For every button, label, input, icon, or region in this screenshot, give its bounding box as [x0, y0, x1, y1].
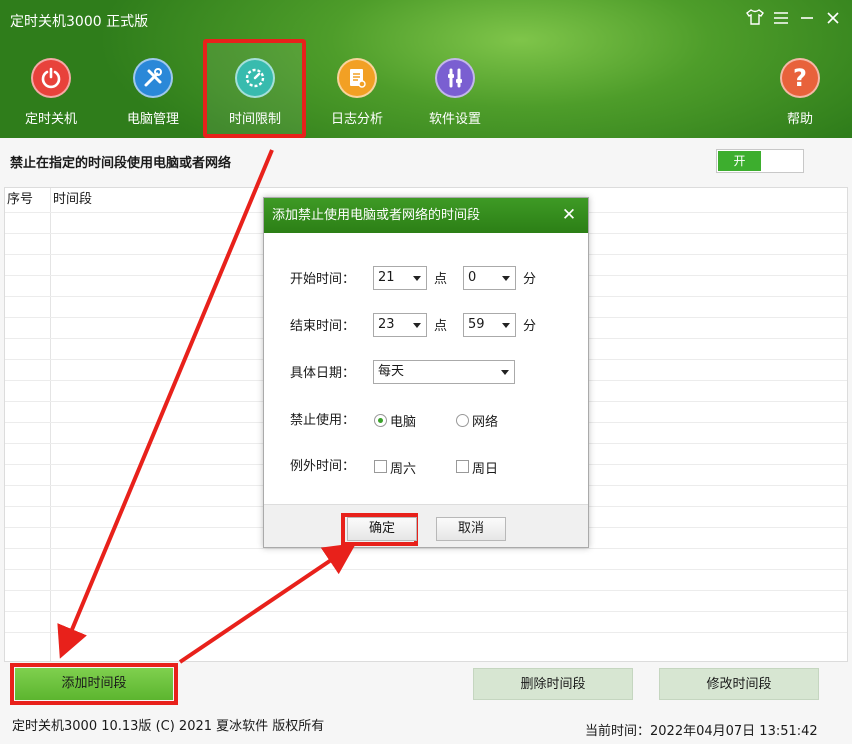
- close-icon[interactable]: [822, 9, 844, 31]
- copyright-text: 定时关机3000 10.13版 (C) 2021 夏冰软件 版权所有: [12, 719, 325, 734]
- end-hour-value: 23: [378, 317, 395, 332]
- dialog-footer: 确定 取消: [264, 504, 588, 547]
- checkbox-saturday-label[interactable]: 周六: [390, 458, 416, 477]
- enable-toggle[interactable]: 开: [716, 149, 804, 173]
- ok-button[interactable]: 确定: [347, 517, 417, 541]
- log-icon: [337, 58, 377, 98]
- shirt-icon[interactable]: [744, 9, 766, 31]
- except-label: 例外时间：: [290, 459, 356, 474]
- nav-log-analysis[interactable]: 日志分析: [318, 58, 396, 127]
- end-time-label: 结束时间：: [290, 319, 356, 334]
- hour-unit: 点: [434, 272, 448, 287]
- modify-period-button[interactable]: 修改时间段: [659, 668, 819, 700]
- checkbox-sunday-label[interactable]: 周日: [472, 458, 498, 477]
- settings-icon: [435, 58, 475, 98]
- active-tab-highlight: [203, 39, 306, 138]
- checkbox-sunday[interactable]: [456, 460, 469, 473]
- help-icon: ?: [780, 58, 820, 98]
- add-period-button[interactable]: 添加时间段: [15, 668, 173, 700]
- chevron-down-icon: [413, 323, 421, 328]
- section-title: 禁止在指定的时间段使用电脑或者网络: [10, 156, 232, 171]
- date-select[interactable]: 每天: [373, 360, 515, 384]
- minimize-icon[interactable]: [796, 9, 818, 31]
- start-time-label: 开始时间：: [290, 272, 356, 287]
- radio-computer[interactable]: [374, 414, 387, 427]
- nav-label: 帮助: [786, 112, 813, 127]
- start-hour-select[interactable]: 21: [373, 266, 427, 290]
- nav-settings[interactable]: 软件设置: [416, 58, 494, 127]
- minute-unit: 分: [523, 272, 537, 287]
- table-row: [5, 611, 847, 632]
- forbid-label: 禁止使用：: [290, 413, 356, 428]
- hour-unit: 点: [434, 319, 448, 334]
- table-row: [5, 548, 847, 569]
- add-period-dialog: 添加禁止使用电脑或者网络的时间段 ✕ 开始时间： 21 点 0 分 结束时间： …: [263, 197, 589, 548]
- nav-label: 日志分析: [330, 112, 383, 127]
- start-hour-value: 21: [378, 270, 395, 285]
- nav-help[interactable]: ? 帮助: [761, 58, 839, 127]
- start-minute-value: 0: [468, 270, 477, 285]
- radio-network[interactable]: [456, 414, 469, 427]
- end-hour-select[interactable]: 23: [373, 313, 427, 337]
- nav-pc-manage[interactable]: 电脑管理: [114, 58, 192, 127]
- column-header-index[interactable]: 序号: [5, 188, 33, 212]
- table-row: [5, 590, 847, 611]
- nav-label: 定时关机: [24, 112, 77, 127]
- toggle-on-label: 开: [718, 151, 761, 171]
- delete-period-button[interactable]: 删除时间段: [473, 668, 633, 700]
- title-bar: 定时关机3000 正式版 定时关机 电脑管理 时间限制 日志分析 软件设置 ? …: [0, 0, 852, 138]
- close-icon[interactable]: ✕: [558, 198, 580, 233]
- cancel-button[interactable]: 取消: [436, 517, 506, 541]
- current-time: 当前时间：2022年04月07日 13:51:42: [585, 724, 818, 739]
- table-row: [5, 569, 847, 590]
- start-minute-select[interactable]: 0: [463, 266, 516, 290]
- nav-label: 电脑管理: [126, 112, 179, 127]
- chevron-down-icon: [501, 370, 509, 375]
- tools-icon: [133, 58, 173, 98]
- power-icon: [31, 58, 71, 98]
- radio-network-label[interactable]: 网络: [472, 411, 498, 430]
- chevron-down-icon: [502, 323, 510, 328]
- radio-computer-label[interactable]: 电脑: [390, 411, 416, 430]
- nav-label: 软件设置: [428, 112, 481, 127]
- checkbox-saturday[interactable]: [374, 460, 387, 473]
- table-row: [5, 632, 847, 653]
- end-minute-select[interactable]: 59: [463, 313, 516, 337]
- dialog-title: 添加禁止使用电脑或者网络的时间段: [264, 198, 588, 233]
- minute-unit: 分: [523, 319, 537, 334]
- column-header-period[interactable]: 时间段: [51, 188, 92, 212]
- end-minute-value: 59: [468, 317, 485, 332]
- date-value: 每天: [378, 364, 405, 379]
- chevron-down-icon: [502, 276, 510, 281]
- nav-shutdown[interactable]: 定时关机: [12, 58, 90, 127]
- menu-icon[interactable]: [770, 9, 792, 31]
- chevron-down-icon: [413, 276, 421, 281]
- app-title: 定时关机3000 正式版: [10, 14, 149, 30]
- date-label: 具体日期：: [290, 366, 356, 381]
